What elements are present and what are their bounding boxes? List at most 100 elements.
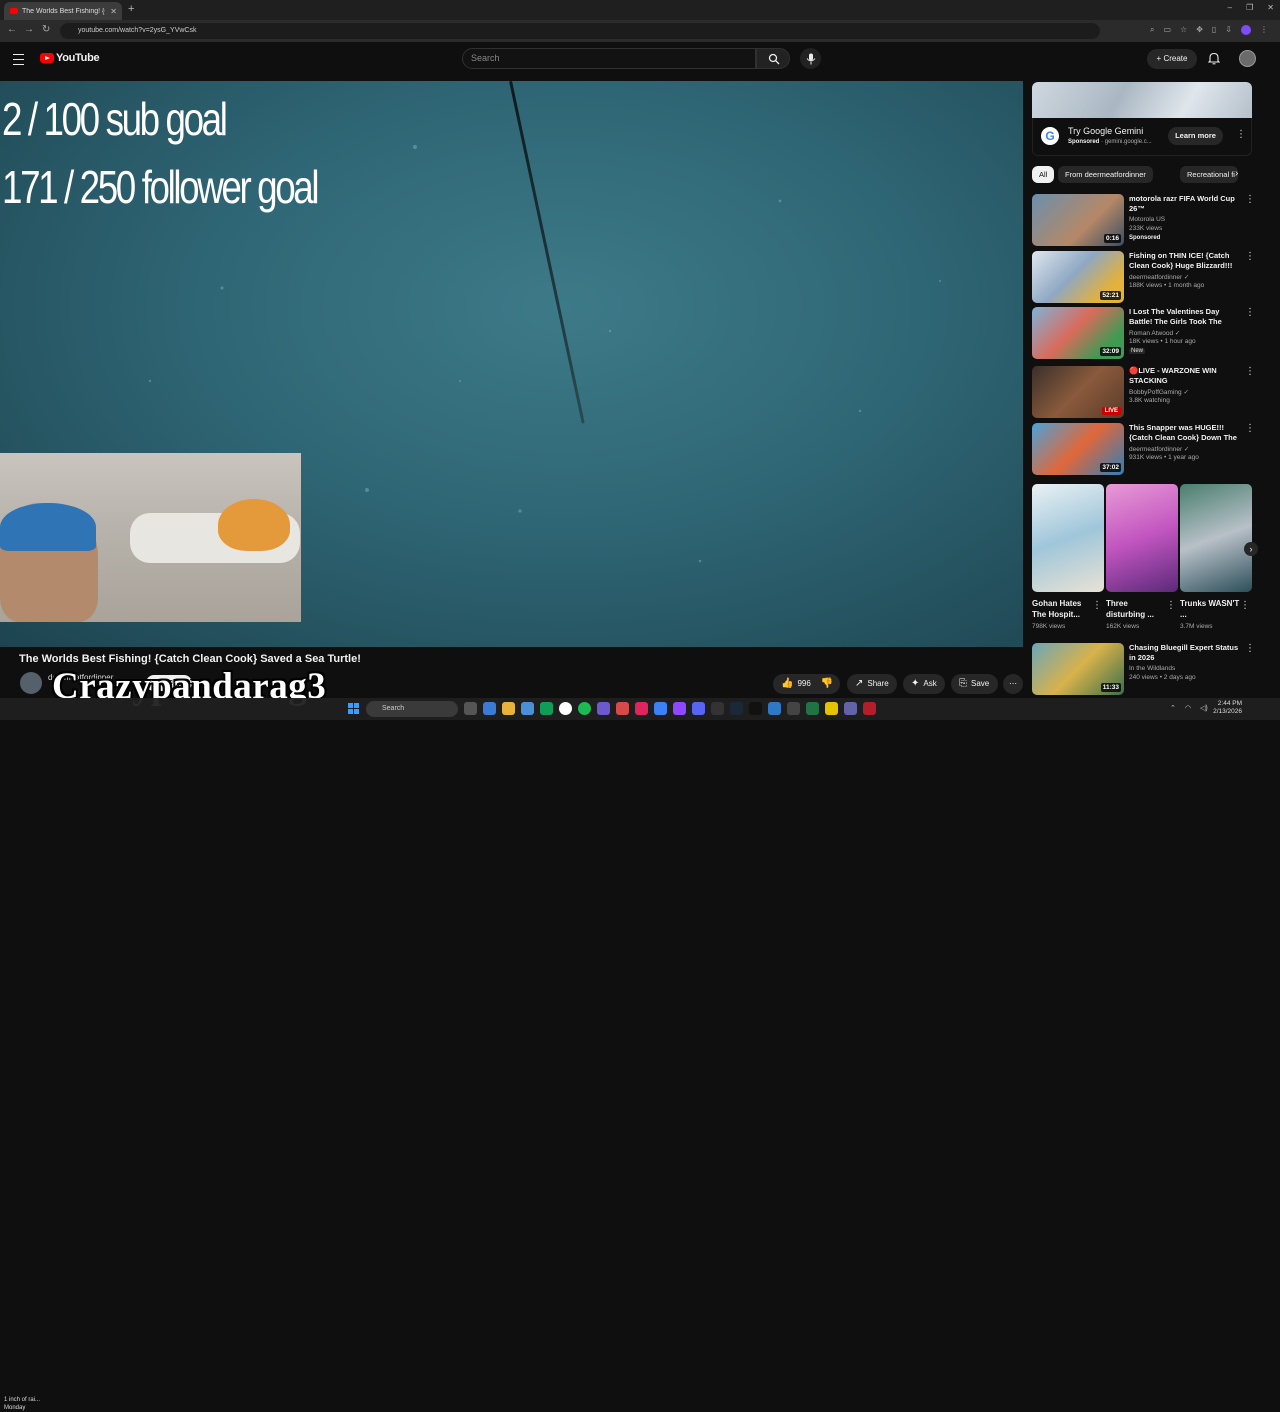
close-tab-icon[interactable]: ✕ bbox=[110, 7, 117, 16]
channel-name[interactable]: deermeatfordinner ✓ bbox=[1129, 445, 1189, 453]
create-button[interactable]: + Create bbox=[1147, 49, 1197, 69]
ad-title[interactable]: Try Google Gemini bbox=[1068, 126, 1143, 136]
steam-icon[interactable] bbox=[730, 702, 743, 715]
share-button[interactable]: ↗ Share bbox=[847, 674, 897, 694]
profile-icon[interactable] bbox=[1241, 25, 1251, 35]
list-item[interactable]: 0:16 motorola razr FIFA World Cup 26™ Mo… bbox=[1032, 194, 1262, 248]
app-icon[interactable] bbox=[597, 702, 610, 715]
browser-tab-active[interactable]: The Worlds Best Fishing! {Ca ✕ bbox=[4, 2, 122, 20]
cast-icon[interactable]: ▭ bbox=[1163, 25, 1171, 35]
app-icon[interactable] bbox=[654, 702, 667, 715]
video-title[interactable]: I Lost The Valentines Day Battle! The Gi… bbox=[1129, 307, 1242, 328]
chip-recreational[interactable]: Recreational fi bbox=[1180, 166, 1238, 183]
voice-search-button[interactable] bbox=[800, 48, 821, 69]
sidepanel-icon[interactable]: ▯ bbox=[1212, 25, 1216, 35]
app-icon[interactable] bbox=[711, 702, 724, 715]
video-title[interactable]: Chasing Bluegill Expert Status in 2026 bbox=[1129, 643, 1242, 663]
shorts-next-icon[interactable]: › bbox=[1244, 542, 1258, 556]
excel-icon[interactable] bbox=[806, 702, 819, 715]
short-thumbnail[interactable] bbox=[1032, 484, 1104, 592]
like-icon[interactable]: 👍 bbox=[781, 674, 793, 694]
video-title[interactable]: 🔴LIVE - WARZONE WIN STACKING bbox=[1129, 366, 1242, 386]
teams-icon[interactable] bbox=[844, 702, 857, 715]
short-menu-icon[interactable]: ⋮ bbox=[1166, 600, 1176, 611]
channel-name[interactable]: deermeatfordinner ✓ bbox=[1129, 273, 1189, 281]
channel-name[interactable]: Motorola US bbox=[1129, 216, 1165, 223]
taskbar-search[interactable]: Search bbox=[366, 701, 458, 717]
app-icon[interactable] bbox=[616, 702, 629, 715]
more-options-icon[interactable]: ⋮ bbox=[1245, 423, 1255, 434]
bookmark-star-icon[interactable]: ☆ bbox=[1180, 25, 1187, 35]
file-explorer-icon[interactable] bbox=[502, 702, 515, 715]
weather-widget[interactable]: 1 inch of rai... Monday bbox=[4, 1396, 40, 1412]
taskbar-clock[interactable]: 2:44 PM 2/13/2026 bbox=[1213, 700, 1242, 716]
windows-start-icon[interactable] bbox=[348, 703, 359, 714]
store-icon[interactable] bbox=[521, 702, 534, 715]
short-thumbnail[interactable] bbox=[1106, 484, 1178, 592]
list-item[interactable]: 52:21 Fishing on THIN ICE! {Catch Clean … bbox=[1032, 251, 1262, 305]
short-title[interactable]: Gohan Hates The Hospit... bbox=[1032, 598, 1092, 620]
list-item[interactable]: 37:02 This Snapper was HUGE!!! {Catch Cl… bbox=[1032, 423, 1262, 477]
chip-from-channel[interactable]: From deermeatfordinner bbox=[1058, 166, 1153, 183]
video-thumbnail[interactable]: 52:21 bbox=[1032, 251, 1124, 303]
save-button[interactable]: ⎘ Save bbox=[951, 674, 998, 694]
list-item[interactable]: LIVE 🔴LIVE - WARZONE WIN STACKING BobbyP… bbox=[1032, 366, 1262, 420]
ad-card[interactable]: G Try Google Gemini Sponsored · gemini.g… bbox=[1032, 118, 1252, 156]
list-item[interactable]: 11:33 Chasing Bluegill Expert Status in … bbox=[1032, 643, 1262, 697]
video-title[interactable]: This Snapper was HUGE!!! {Catch Clean Co… bbox=[1129, 423, 1242, 444]
search-input[interactable]: Search bbox=[462, 48, 756, 69]
chip-all[interactable]: All bbox=[1032, 166, 1055, 183]
learn-more-button[interactable]: Learn more bbox=[1168, 127, 1223, 145]
discord-icon[interactable] bbox=[692, 702, 705, 715]
channel-name[interactable]: In the Wildlands bbox=[1129, 665, 1175, 672]
tray-overflow-icon[interactable]: ⌃ bbox=[1170, 704, 1176, 712]
youtube-logo[interactable]: YouTube bbox=[40, 52, 100, 64]
video-thumbnail[interactable]: 32:09 bbox=[1032, 307, 1124, 359]
more-options-icon[interactable]: ⋮ bbox=[1245, 366, 1255, 377]
chips-next-icon[interactable]: › bbox=[1235, 168, 1238, 179]
short-thumbnail[interactable] bbox=[1180, 484, 1252, 592]
more-options-icon[interactable]: ⋮ bbox=[1245, 643, 1255, 654]
notifications-bell-icon[interactable] bbox=[1208, 52, 1220, 65]
more-options-icon[interactable]: ⋮ bbox=[1245, 307, 1255, 318]
copilot-icon[interactable] bbox=[483, 702, 496, 715]
app-icon[interactable] bbox=[787, 702, 800, 715]
video-thumbnail[interactable]: 11:33 bbox=[1032, 643, 1124, 695]
short-title[interactable]: Trunks WASN'T ... bbox=[1180, 598, 1240, 620]
twitch-icon[interactable] bbox=[673, 702, 686, 715]
account-avatar[interactable] bbox=[1239, 50, 1256, 67]
more-options-icon[interactable]: ⋮ bbox=[1245, 194, 1255, 205]
reload-icon[interactable]: ↻ bbox=[42, 24, 50, 35]
search-button[interactable] bbox=[756, 48, 790, 69]
app-icon[interactable] bbox=[825, 702, 838, 715]
channel-avatar[interactable] bbox=[20, 672, 42, 694]
tiktok-icon[interactable] bbox=[635, 702, 648, 715]
kick-icon[interactable] bbox=[749, 702, 762, 715]
ask-button[interactable]: ✦ Ask bbox=[903, 674, 945, 694]
like-count[interactable]: 996 bbox=[797, 674, 810, 694]
extensions-icon[interactable]: ✥ bbox=[1196, 25, 1203, 35]
restore-icon[interactable]: ❐ bbox=[1246, 3, 1253, 12]
chrome-icon[interactable] bbox=[559, 702, 572, 715]
forward-icon[interactable]: → bbox=[24, 24, 34, 35]
app-icon[interactable] bbox=[768, 702, 781, 715]
short-menu-icon[interactable]: ⋮ bbox=[1092, 600, 1102, 611]
video-thumbnail[interactable]: 37:02 bbox=[1032, 423, 1124, 475]
app-icon[interactable] bbox=[863, 702, 876, 715]
short-title[interactable]: Three disturbing ... bbox=[1106, 598, 1166, 620]
edge-icon[interactable] bbox=[540, 702, 553, 715]
close-window-icon[interactable]: ✕ bbox=[1267, 3, 1274, 12]
video-title[interactable]: Fishing on THIN ICE! {Catch Clean Cook} … bbox=[1129, 251, 1242, 271]
network-icon[interactable]: ◠ bbox=[1185, 704, 1191, 712]
short-menu-icon[interactable]: ⋮ bbox=[1240, 600, 1250, 611]
menu-icon[interactable] bbox=[13, 54, 24, 65]
list-item[interactable]: 32:09 I Lost The Valentines Day Battle! … bbox=[1032, 307, 1262, 361]
volume-icon[interactable]: ◁) bbox=[1200, 704, 1208, 712]
video-thumbnail[interactable]: 0:16 bbox=[1032, 194, 1124, 246]
zoom-icon[interactable]: ⌕ bbox=[1150, 25, 1154, 35]
dislike-icon[interactable]: 👎 bbox=[821, 674, 833, 694]
channel-name[interactable]: Roman Atwood ✓ bbox=[1129, 329, 1180, 337]
more-options-icon[interactable]: ⋮ bbox=[1245, 251, 1255, 262]
spotify-icon[interactable] bbox=[578, 702, 591, 715]
url-field[interactable]: youtube.com/watch?v=2ysG_YVwCsk bbox=[60, 23, 1100, 39]
